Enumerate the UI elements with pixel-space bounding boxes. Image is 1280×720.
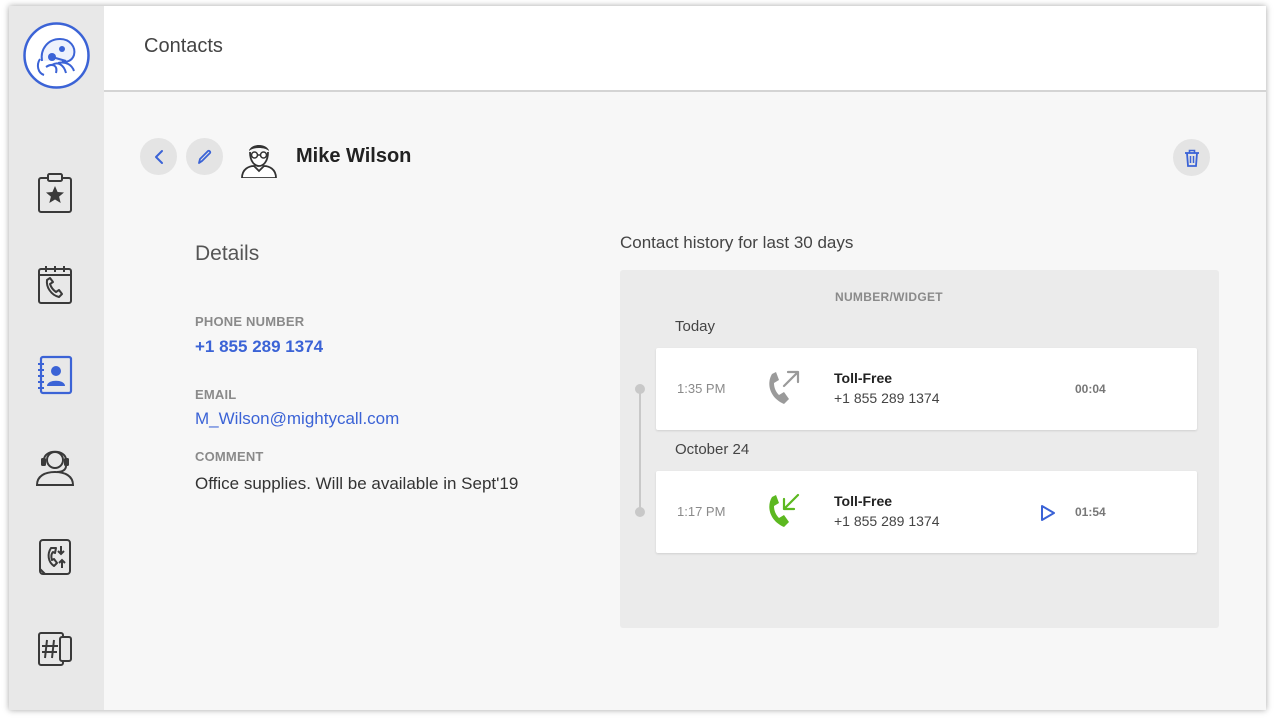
avatar-icon	[241, 145, 277, 179]
pencil-icon	[197, 149, 211, 164]
incoming-call-icon	[769, 493, 800, 527]
email-link[interactable]: M_Wilson@mightycall.com	[195, 409, 399, 429]
outgoing-call-icon	[769, 370, 800, 404]
call-routing-icon	[39, 539, 71, 575]
app-window: Contacts Mike Wilson Details PHONE NUMBE…	[9, 6, 1266, 710]
sidebar-item-contacts[interactable]	[31, 351, 79, 399]
play-icon	[1041, 505, 1055, 521]
delete-button[interactable]	[1173, 139, 1210, 176]
sidebar-item-agents[interactable]	[31, 442, 79, 490]
contact-name: Mike Wilson	[296, 145, 412, 167]
call-duration: 00:04	[1075, 382, 1106, 396]
back-button[interactable]	[140, 138, 177, 175]
history-title: Contact history for last 30 days	[620, 233, 854, 252]
comment-value: Office supplies. Will be available in Se…	[195, 474, 519, 493]
app-logo[interactable]	[22, 21, 91, 90]
history-group-label: October 24	[675, 441, 750, 458]
sidebar-item-favorites[interactable]	[31, 169, 79, 217]
page-title: Contacts	[144, 35, 223, 57]
call-time: 1:17 PM	[677, 504, 726, 519]
clipboard-star-icon	[38, 173, 72, 213]
call-line-number: +1 855 289 1374	[834, 513, 940, 529]
edit-button[interactable]	[186, 138, 223, 175]
call-line-name: Toll-Free	[834, 370, 893, 386]
play-recording-button[interactable]	[1037, 502, 1059, 524]
headset-agent-icon	[35, 450, 75, 486]
call-entry[interactable]: 1:17 PM Toll-Free +1 855 289 1374 01:54	[656, 471, 1197, 553]
details-title: Details	[195, 242, 260, 265]
sidebar-item-calls[interactable]	[31, 260, 79, 308]
timeline-dot	[635, 507, 645, 517]
hash-device-icon	[38, 632, 72, 666]
history-group-label: Today	[675, 318, 716, 335]
timeline-line	[639, 389, 641, 512]
sidebar-item-routing[interactable]	[31, 533, 79, 581]
sidebar-item-numbers[interactable]	[31, 624, 79, 672]
address-book-icon	[38, 355, 73, 395]
trash-icon	[1184, 149, 1199, 167]
avatar	[239, 138, 279, 179]
sidebar	[9, 6, 104, 710]
chevron-left-icon	[154, 149, 163, 164]
email-label: EMAIL	[195, 387, 237, 402]
calendar-phone-icon	[38, 266, 72, 304]
history-panel: NUMBER/WIDGET Today 1:35 PM Toll-Free +1…	[620, 270, 1219, 628]
timeline-dot	[635, 384, 645, 394]
phone-number-label: PHONE NUMBER	[195, 314, 305, 329]
call-time: 1:35 PM	[677, 381, 726, 396]
call-line-name: Toll-Free	[834, 493, 893, 509]
phone-number-value[interactable]: +1 855 289 1374	[195, 337, 323, 357]
octopus-logo-icon	[23, 22, 90, 89]
column-header-number-widget: NUMBER/WIDGET	[835, 290, 943, 304]
call-line-number: +1 855 289 1374	[834, 390, 940, 406]
call-duration: 01:54	[1075, 505, 1106, 519]
call-entry[interactable]: 1:35 PM Toll-Free +1 855 289 1374 00:04	[656, 348, 1197, 430]
top-bar: Contacts	[104, 6, 1266, 92]
comment-label: COMMENT	[195, 449, 264, 464]
